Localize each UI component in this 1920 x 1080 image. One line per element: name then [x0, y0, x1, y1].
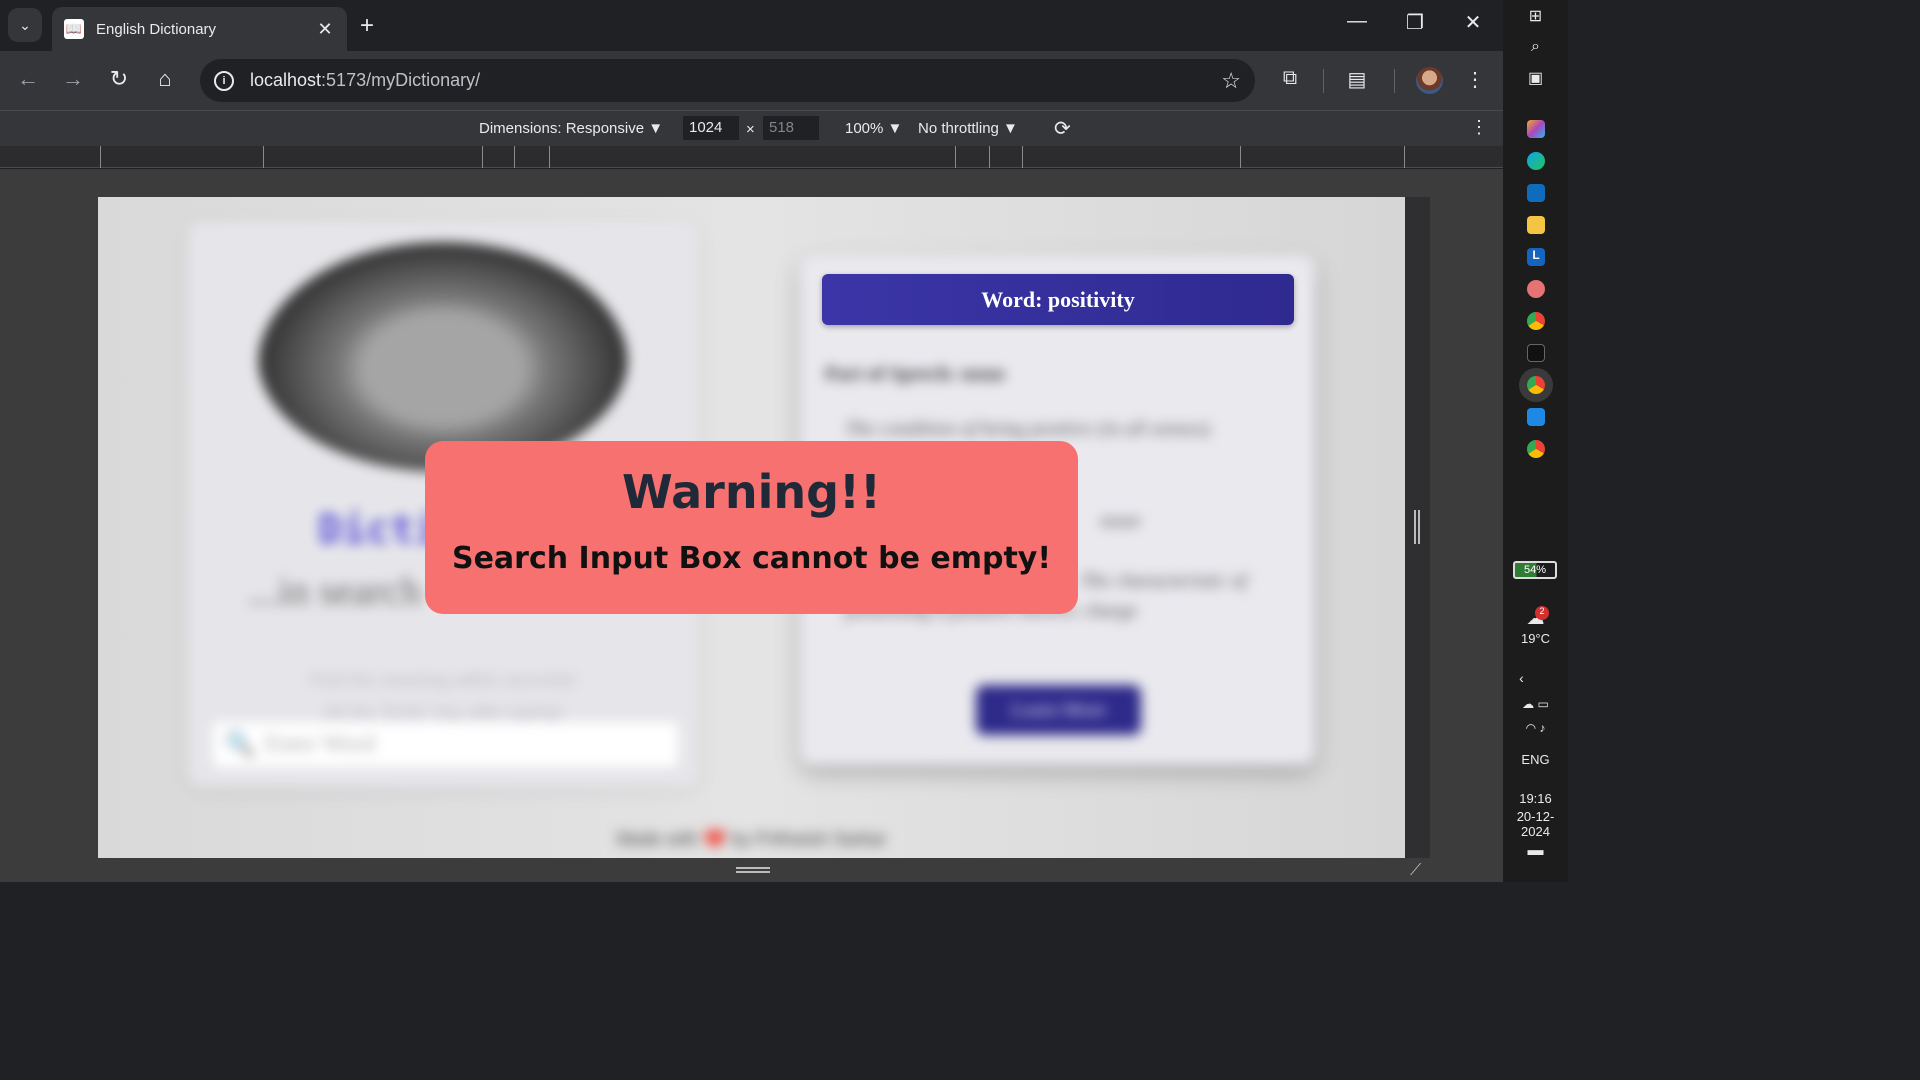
windows-start-icon[interactable]: ⊞ [1503, 6, 1568, 26]
windows-taskbar: ⊞ ⌕ ▣ L 54% ☁ 2 19°C ‹ ☁ ▭ ◠ ♪ ENG 19:16… [1503, 0, 1568, 882]
language-indicator[interactable]: ENG [1503, 752, 1568, 767]
url-path: :5173/myDictionary/ [321, 70, 481, 90]
search-icon[interactable]: ⌕ [1503, 38, 1568, 56]
dimensions-dropdown[interactable]: Dimensions: Responsive ▼ [479, 120, 663, 137]
edge-icon[interactable] [1527, 152, 1545, 170]
warning-message: Search Input Box cannot be empty! [451, 541, 1052, 576]
dictionary-subtitle: ...in search [248, 568, 422, 613]
resize-handle-right[interactable] [1414, 510, 1420, 544]
device-menu-kebab-icon[interactable]: ⋮ [1470, 117, 1488, 138]
extensions-icon[interactable]: ⧉ [1275, 67, 1305, 90]
book-image [258, 242, 628, 472]
zoom-dropdown[interactable]: 100% ▼ [845, 120, 902, 137]
browser-tab[interactable]: 📖 English Dictionary ✕ [52, 7, 347, 51]
chrome-icon[interactable] [1527, 312, 1545, 330]
notifications-icon[interactable]: ▬ [1503, 842, 1568, 860]
url-text: localhost:5173/myDictionary/ [250, 70, 1221, 91]
book-favicon-icon: 📖 [64, 19, 84, 39]
restore-icon[interactable]: ❐ [1400, 10, 1430, 35]
search-placeholder: Enter Word [264, 731, 376, 757]
back-icon[interactable]: ← [13, 66, 43, 92]
clock-time[interactable]: 19:16 [1503, 791, 1568, 806]
dimension-separator: × [746, 121, 755, 138]
width-input[interactable]: 1024 [683, 116, 739, 140]
emulated-viewport: Dicti ...in search Find the meaning with… [98, 197, 1405, 858]
browser-toolbar: ← → ↻ ⌂ i localhost:5173/myDictionary/ ☆… [0, 51, 1503, 110]
task-view-icon[interactable]: ▣ [1503, 68, 1568, 88]
chrome-active-icon[interactable] [1527, 376, 1545, 394]
hint-line-2: Hit the 'Enter' key after typing! [323, 702, 563, 722]
warning-title: Warning!! [622, 465, 881, 519]
tab-search-button[interactable]: ⌄ [8, 8, 42, 42]
url-host: localhost [250, 70, 322, 90]
outlook-icon[interactable] [1527, 184, 1545, 202]
definition-2: noun [1100, 510, 1140, 532]
menu-kebab-icon[interactable]: ⋮ [1460, 67, 1490, 92]
home-icon[interactable]: ⌂ [150, 66, 180, 92]
minimize-icon[interactable]: — [1342, 10, 1372, 33]
onedrive-icon[interactable]: ☁ ▭ [1503, 697, 1568, 711]
chevron-down-icon: ⌄ [19, 16, 31, 33]
warning-modal[interactable]: Warning!! Search Input Box cannot be emp… [425, 441, 1078, 614]
device-toolbar: Dimensions: Responsive ▼ 1024 × 518 100%… [0, 110, 1503, 146]
word-header: Word: positivity [822, 274, 1294, 325]
definition-3: The characteristic of [1080, 570, 1247, 592]
paint-icon[interactable] [1527, 280, 1545, 298]
dictionary-title: Dicti [318, 507, 439, 553]
chevron-left-icon[interactable]: ‹ [1489, 670, 1554, 686]
resize-corner-icon[interactable]: ⟋ [1410, 862, 1421, 880]
terminal-icon[interactable] [1527, 344, 1545, 362]
site-info-icon[interactable]: i [214, 70, 234, 91]
media-query-ruler [0, 146, 1503, 168]
definition-1: The condition of being positive (in all … [845, 418, 1214, 440]
tab-title: English Dictionary [96, 20, 217, 38]
weather-badge: 2 [1535, 606, 1549, 620]
footer-credit: Made with ❤️ by Prithwish Sarkar [616, 829, 887, 849]
address-bar[interactable]: i localhost:5173/myDictionary/ ☆ [200, 59, 1255, 102]
toolbar-divider [1323, 69, 1324, 93]
height-input[interactable]: 518 [763, 116, 819, 140]
temperature: 19°C [1520, 631, 1551, 646]
rotate-icon[interactable]: ⟳ [1054, 116, 1071, 141]
search-icon: 🔍 [225, 732, 255, 758]
reload-icon[interactable]: ↻ [104, 66, 134, 92]
battery-indicator[interactable]: 54% [1513, 561, 1557, 579]
l-app-icon[interactable]: L [1527, 248, 1545, 266]
close-window-icon[interactable]: ✕ [1458, 10, 1488, 35]
new-tab-button[interactable]: + [360, 12, 374, 40]
tab-strip: ⌄ 📖 English Dictionary ✕ + — ❐ ✕ [0, 0, 1503, 51]
chrome-profile-icon[interactable] [1527, 440, 1545, 458]
throttling-dropdown[interactable]: No throttling ▼ [918, 120, 1018, 137]
clock-date[interactable]: 20-12-2024 [1503, 809, 1568, 839]
profile-avatar[interactable] [1416, 67, 1443, 94]
resize-handle-bottom[interactable] [736, 867, 770, 873]
forward-icon[interactable]: → [58, 66, 88, 92]
vscode-icon[interactable] [1527, 408, 1545, 426]
toolbar-divider [1394, 69, 1395, 93]
copilot-icon[interactable] [1527, 120, 1545, 138]
reading-list-icon[interactable]: ▤ [1342, 67, 1372, 92]
part-of-speech: Part of Speech: noun [825, 363, 1005, 385]
learn-more-button[interactable]: Learn More [976, 685, 1141, 735]
wifi-volume-icon[interactable]: ◠ ♪ [1503, 721, 1568, 735]
search-input[interactable]: 🔍 Enter Word [213, 722, 678, 767]
bookmark-star-icon[interactable]: ☆ [1221, 68, 1241, 94]
file-explorer-icon[interactable] [1527, 216, 1545, 234]
hint-line-1: Find the meaning within seconds! [309, 670, 577, 690]
close-tab-icon[interactable]: ✕ [315, 19, 335, 40]
